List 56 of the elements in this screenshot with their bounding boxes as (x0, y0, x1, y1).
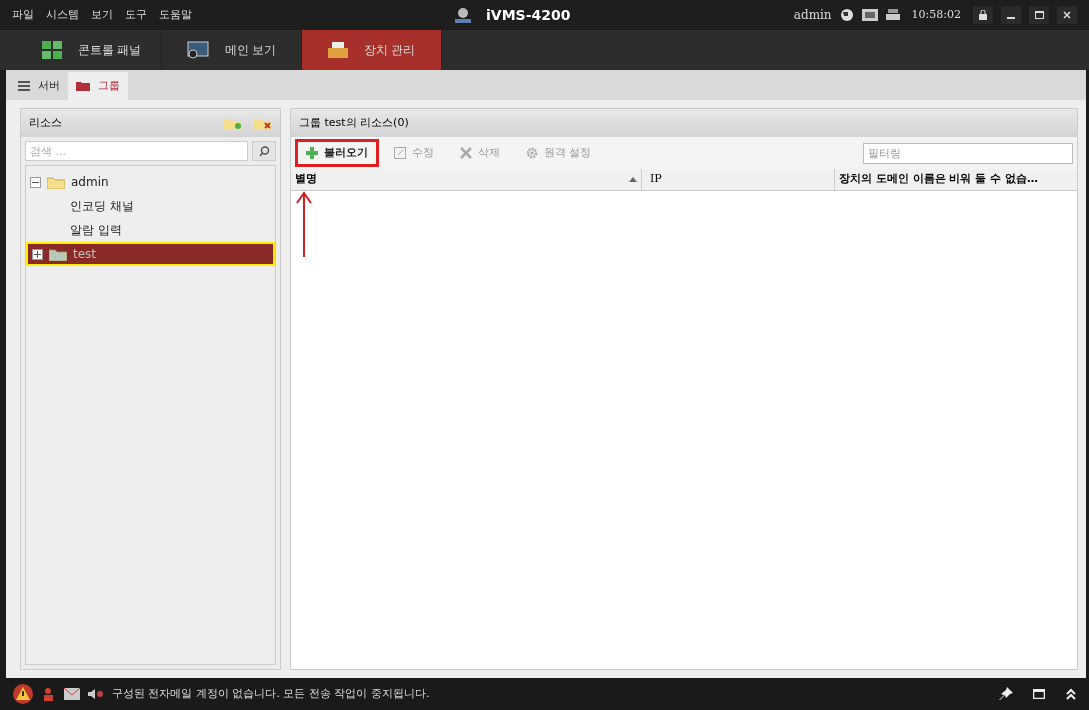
chevron-up-icon[interactable] (1065, 688, 1077, 700)
tree-item[interactable]: admin (26, 170, 275, 194)
folder-icon (76, 81, 90, 91)
plus-icon (306, 147, 318, 159)
sub-tab[interactable]: 그룹 (68, 72, 128, 100)
sort-icon[interactable] (629, 177, 637, 182)
speaker-icon[interactable] (88, 688, 104, 700)
menu-item[interactable]: 도움말 (159, 6, 192, 24)
tree-item[interactable]: 인코딩 채널 (26, 194, 275, 218)
menu-item[interactable]: 보기 (91, 6, 113, 24)
folder-icon (49, 247, 67, 261)
collapse-icon[interactable] (30, 176, 41, 188)
delete-folder-icon[interactable] (254, 117, 272, 129)
menu-item[interactable]: 파일 (12, 6, 34, 24)
maximize-button[interactable] (1029, 6, 1049, 24)
status-message: 구성된 전자메일 계정이 없습니다. 모든 전송 작업이 중지됩니다. (112, 685, 431, 702)
gear-icon (526, 147, 538, 159)
folder-icon (47, 175, 65, 189)
user-name: admin (793, 7, 832, 24)
minimize-button[interactable] (1001, 6, 1021, 24)
menu-item[interactable]: 도구 (125, 6, 147, 24)
mail-icon[interactable] (64, 687, 80, 701)
search-icon (258, 145, 270, 157)
column-header[interactable]: 장치의 도메인 이름은 비워 둘 수 없습… (834, 169, 1077, 190)
search-field[interactable]: 검색 ... (25, 141, 248, 161)
close-icon (460, 147, 472, 159)
grid-icon (41, 41, 62, 59)
toolbar-button[interactable]: 불러오기 (295, 139, 379, 167)
tree-item[interactable]: test (26, 242, 275, 266)
lock-button[interactable] (973, 6, 993, 24)
arrow-drawing (296, 191, 312, 257)
panel-title: 리소스 (29, 114, 62, 131)
close-button[interactable] (1057, 6, 1077, 24)
lock-icon (979, 10, 987, 20)
edit-icon (394, 147, 406, 159)
clock-time: 10:58:02 (911, 6, 961, 23)
window-icon[interactable] (1033, 689, 1045, 699)
person-icon[interactable] (42, 687, 56, 701)
panel-title: 그룹 test의 리소스(0) (299, 114, 409, 131)
maximize-icon (1034, 11, 1044, 19)
pin-icon[interactable] (999, 687, 1013, 701)
list-icon (18, 81, 30, 91)
menu-item[interactable]: 시스템 (46, 6, 79, 24)
sub-tab[interactable]: 서버 (10, 72, 68, 100)
window-title: iVMS-4200 (486, 5, 571, 25)
tree-item[interactable]: 알람 입력 (26, 218, 275, 242)
monitor-icon (186, 41, 209, 59)
device-icon (327, 42, 348, 58)
nav-tab[interactable]: 장치 관리 (302, 30, 442, 70)
close-icon (1063, 11, 1071, 19)
filter-field[interactable]: 필터링 (863, 142, 1073, 164)
column-header[interactable]: IP (641, 169, 834, 190)
search-button[interactable] (252, 141, 276, 161)
column-header[interactable]: 별명 (291, 169, 641, 190)
warning-icon[interactable] (12, 683, 34, 705)
expand-icon[interactable] (32, 248, 43, 260)
